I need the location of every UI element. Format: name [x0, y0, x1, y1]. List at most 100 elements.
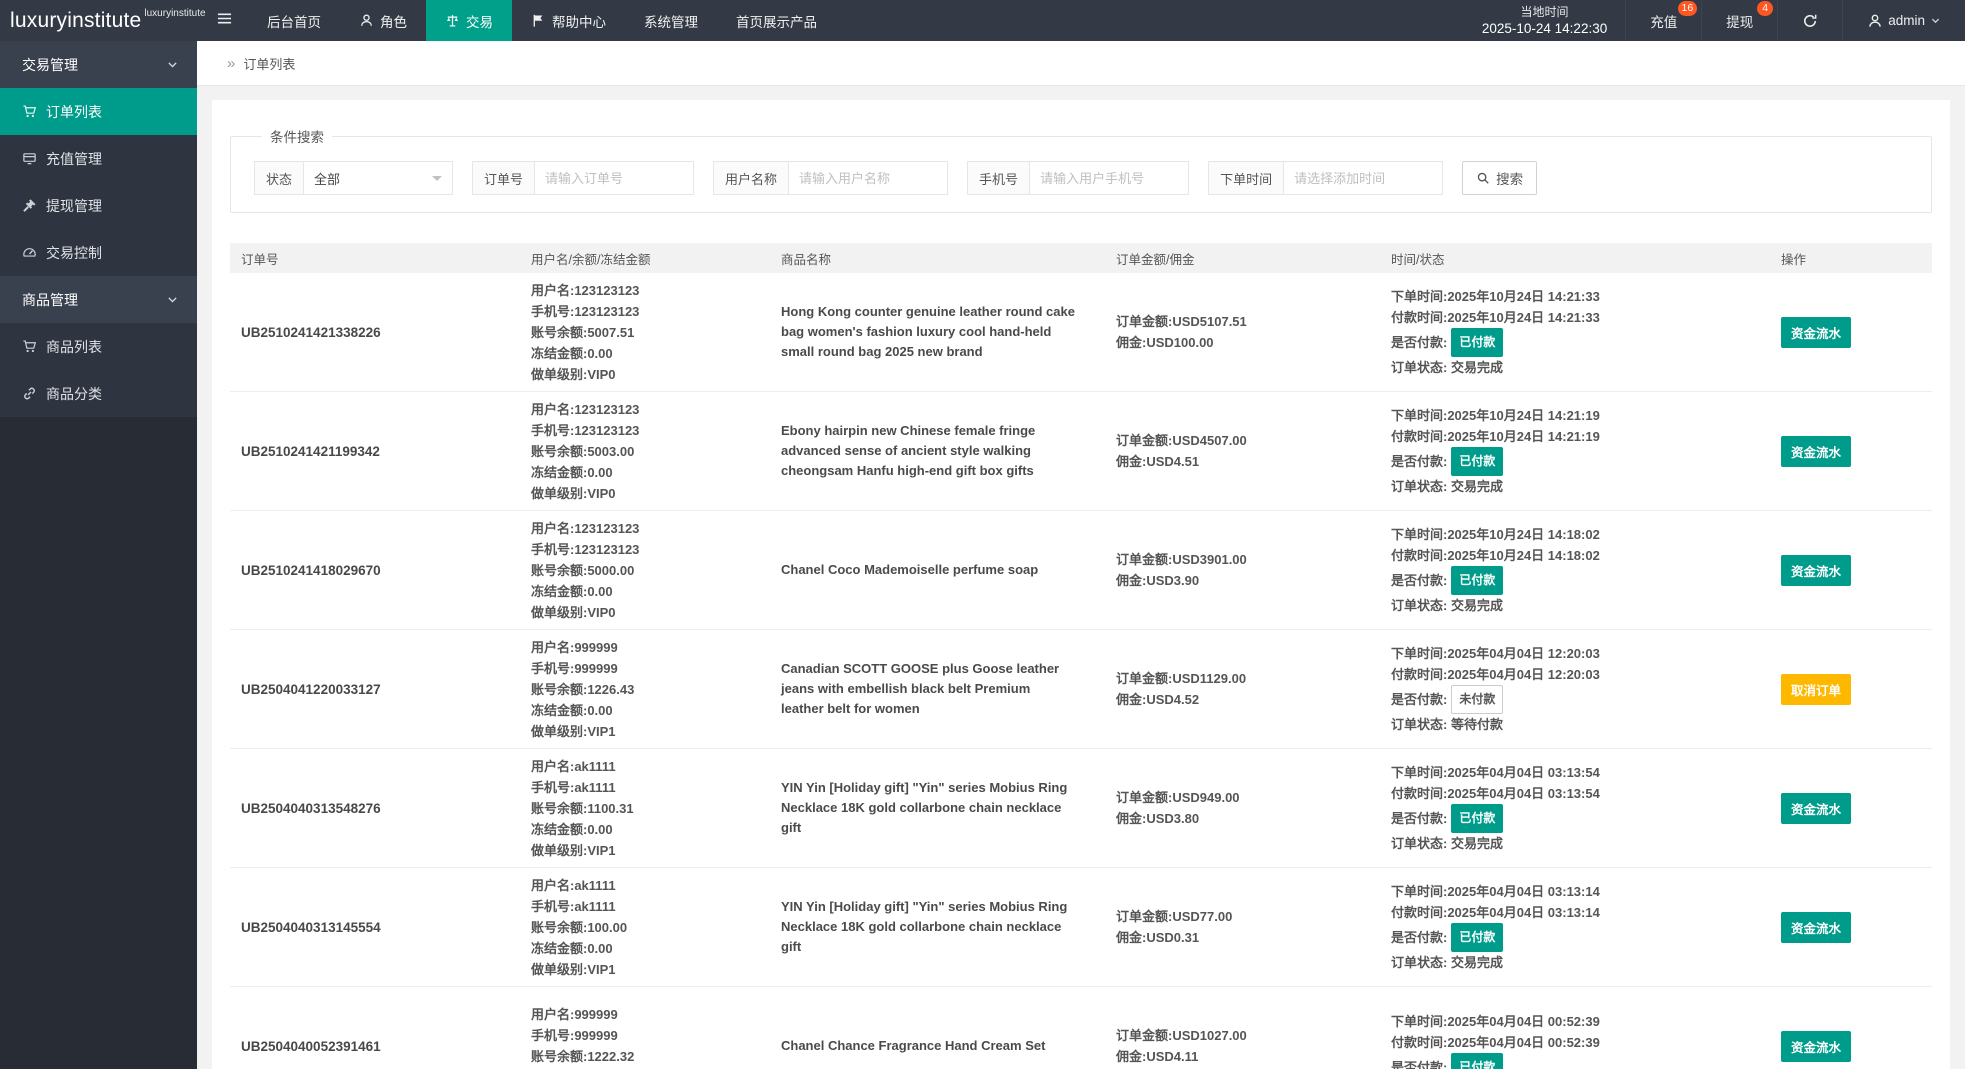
sidebar-item-label: 商品分类 [46, 385, 102, 402]
withdraw-button[interactable]: 提现 4 [1701, 0, 1777, 41]
order-time-input[interactable] [1283, 161, 1444, 195]
recharge-badge: 16 [1677, 1, 1698, 16]
order-amount-line: 订单金额:USD949.00 [1116, 790, 1240, 805]
amount-info: 订单金额:USD1129.00 佣金:USD4.52 [1105, 668, 1380, 710]
link-icon [22, 386, 37, 401]
admin-order-list-page: luxuryinstitute luxuryinstitute 后台首页 角色 … [0, 0, 1965, 1069]
amount-info: 订单金额:USD4507.00 佣金:USD4.51 [1105, 430, 1380, 472]
time-status-info: 下单时间:2025年04月04日 03:13:54 付款时间:2025年04月0… [1380, 762, 1770, 854]
nav-item-admin-home[interactable]: 后台首页 [248, 0, 340, 41]
user-name-line: 用户名:123123123 [531, 520, 640, 536]
refresh-button[interactable] [1777, 0, 1842, 41]
user-name-input[interactable] [788, 161, 949, 195]
payment-status-badge: 已付款 [1451, 447, 1504, 476]
product-name: Ebony hairpin new Chinese female fringe … [781, 423, 1036, 478]
order-time-line: 下单时间:2025年04月04日 12:20:03 [1391, 646, 1600, 661]
filter-phone: 手机号 [967, 161, 1190, 195]
status-selected-value: 全部 [314, 171, 341, 187]
order-no-input[interactable] [534, 161, 695, 195]
funds-flow-button[interactable]: 资金流水 [1781, 554, 1852, 586]
user-name-line: 用户名:999999 [531, 639, 618, 655]
sidebar-item-recharge-management[interactable]: 充值管理 [0, 135, 197, 182]
user-phone-line: 手机号:ak1111 [531, 779, 616, 795]
sidebar-item-product-category[interactable]: 商品分类 [0, 370, 197, 417]
funds-flow-button[interactable]: 资金流水 [1781, 1030, 1852, 1062]
sidebar-item-trade-control[interactable]: 交易控制 [0, 229, 197, 276]
sidebar-item-order-list[interactable]: 订单列表 [0, 88, 197, 135]
time-status-info: 下单时间:2025年10月24日 14:18:02 付款时间:2025年10月2… [1380, 524, 1770, 616]
order-time-line: 下单时间:2025年10月24日 14:21:33 [1391, 289, 1600, 304]
user-balance-line: 账号余额:1100.31 [531, 800, 634, 816]
commission-line: 佣金:USD3.90 [1116, 573, 1200, 588]
refresh-icon [1802, 13, 1818, 29]
filter-status: 状态 全部 [254, 161, 454, 195]
funds-flow-button[interactable]: 资金流水 [1781, 792, 1852, 824]
order-status-line: 订单状态: 交易完成 [1391, 479, 1503, 494]
order-time-line: 下单时间:2025年04月04日 03:13:14 [1391, 884, 1600, 899]
local-time-value: 2025-10-24 14:22:30 [1481, 21, 1608, 37]
user-phone-line: 手机号:123123123 [531, 303, 640, 319]
nav-item-role[interactable]: 角色 [340, 0, 426, 41]
time-status-info: 下单时间:2025年04月04日 03:13:14 付款时间:2025年04月0… [1380, 881, 1770, 973]
nav-item-label: 后台首页 [267, 14, 321, 30]
product-name: YIN Yin [Holiday gift] "Yin" series Mobi… [781, 780, 1068, 835]
gauge-icon [22, 245, 37, 260]
time-status-info: 下单时间:2025年10月24日 14:21:33 付款时间:2025年10月2… [1380, 286, 1770, 378]
status-select[interactable]: 全部 [303, 161, 454, 195]
order-id: UB2510241421338226 [241, 324, 381, 340]
user-vip-line: 做单级别:VIP1 [531, 723, 616, 739]
col-time-status: 时间/状态 [1391, 252, 1445, 267]
local-time: 当地时间 2025-10-24 14:22:30 [1464, 0, 1625, 41]
user-phone-line: 手机号:ak1111 [531, 898, 616, 914]
sidebar-group-trade-management[interactable]: 交易管理 [0, 41, 197, 88]
sidebar-toggle-button[interactable] [200, 0, 248, 41]
sidebar-item-product-list[interactable]: 商品列表 [0, 323, 197, 370]
filter-row: 状态 全部 订单号 用户名称 手机号 下单时间 搜索 [254, 161, 1915, 195]
local-time-label: 当地时间 [1520, 5, 1569, 20]
table-row: UB2510241418029670 用户名:123123123 手机号:123… [230, 511, 1932, 630]
sidebar-group-label: 交易管理 [22, 56, 78, 73]
funds-flow-button[interactable]: 资金流水 [1781, 911, 1852, 943]
order-amount-line: 订单金额:USD1027.00 [1116, 1028, 1247, 1043]
cancel-order-button[interactable]: 取消订单 [1781, 673, 1852, 705]
commission-line: 佣金:USD100.00 [1116, 335, 1214, 350]
user-menu[interactable]: admin [1842, 0, 1965, 41]
phone-input[interactable] [1029, 161, 1190, 195]
order-amount-line: 订单金额:USD4507.00 [1116, 433, 1247, 448]
breadcrumb: » 订单列表 [197, 41, 1965, 86]
nav-item-system-management[interactable]: 系统管理 [625, 0, 717, 41]
pay-question-label: 是否付款: [1391, 454, 1448, 469]
nav-item-trade[interactable]: 交易 [426, 0, 512, 41]
username: admin [1888, 13, 1925, 28]
funds-flow-button[interactable]: 资金流水 [1781, 435, 1852, 467]
cart-icon [22, 339, 37, 354]
breadcrumb-arrow-icon: » [227, 54, 236, 72]
user-info: 用户名:999999 手机号:999999 账号余额:1226.43 冻结金额:… [520, 637, 770, 742]
user-name-line: 用户名:123123123 [531, 401, 640, 417]
cart-icon [22, 104, 37, 119]
nav-item-help-center[interactable]: 帮助中心 [512, 0, 625, 41]
amount-info: 订单金额:USD949.00 佣金:USD3.80 [1105, 787, 1380, 829]
nav-item-homepage-products[interactable]: 首页展示产品 [717, 0, 836, 41]
table-row: UB2510241421338226 用户名:123123123 手机号:123… [230, 273, 1932, 392]
recharge-button[interactable]: 充值 16 [1625, 0, 1701, 41]
sidebar-item-withdraw-management[interactable]: 提现管理 [0, 182, 197, 229]
user-balance-line: 账号余额:5000.00 [531, 562, 635, 578]
user-balance-line: 账号余额:5003.00 [531, 443, 635, 459]
user-phone-line: 手机号:123123123 [531, 422, 640, 438]
product-name: YIN Yin [Holiday gift] "Yin" series Mobi… [781, 899, 1068, 954]
order-amount-line: 订单金额:USD1129.00 [1116, 671, 1247, 686]
pay-question-label: 是否付款: [1391, 573, 1448, 588]
order-status-line: 订单状态: 交易完成 [1391, 598, 1503, 613]
funds-flow-button[interactable]: 资金流水 [1781, 316, 1852, 348]
order-time-label: 下单时间 [1208, 161, 1284, 195]
search-button[interactable]: 搜索 [1462, 161, 1538, 195]
phone-label: 手机号 [967, 161, 1030, 195]
order-id: UB2504041220033127 [241, 681, 381, 697]
sidebar-group-product-management[interactable]: 商品管理 [0, 276, 197, 323]
content-card: 条件搜索 状态 全部 订单号 用户名称 手机号 下单时间 [212, 100, 1950, 1069]
time-status-info: 下单时间:2025年10月24日 14:21:19 付款时间:2025年10月2… [1380, 405, 1770, 497]
withdraw-badge: 4 [1757, 1, 1774, 16]
table-row: UB2504040313145554 用户名:ak1111 手机号:ak1111… [230, 868, 1932, 987]
order-id: UB2504040313548276 [241, 800, 381, 816]
